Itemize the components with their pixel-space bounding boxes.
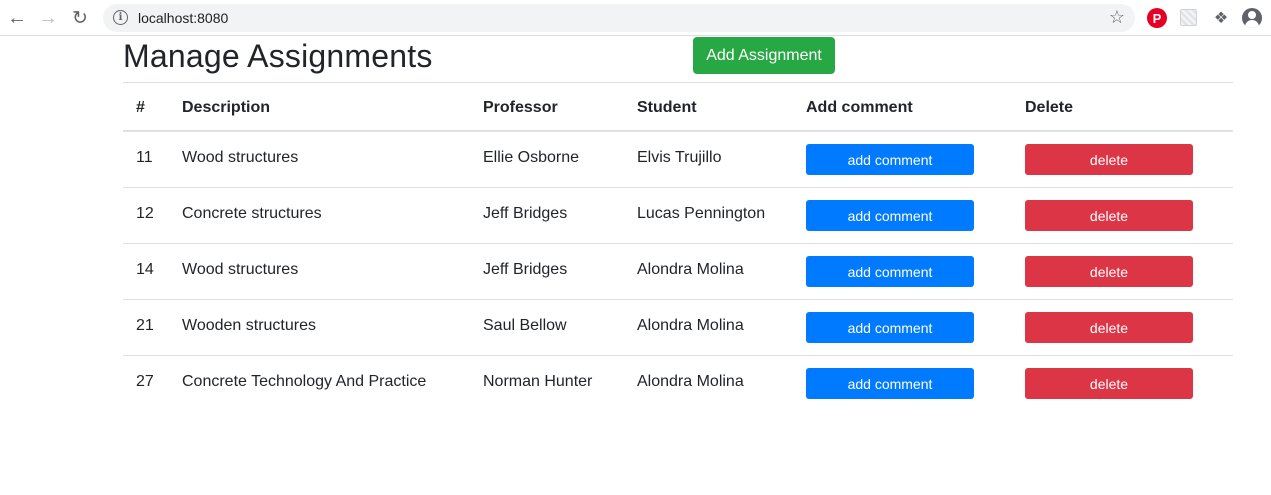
profile-avatar-icon[interactable]	[1242, 8, 1262, 28]
cell-student: Alondra Molina	[637, 317, 744, 334]
table-row: 12 Concrete structures Jeff Bridges Luca…	[123, 188, 1233, 244]
table-row: 21 Wooden structures Saul Bellow Alondra…	[123, 300, 1233, 356]
header-professor: Professor	[483, 99, 558, 116]
add-assignment-button[interactable]: Add Assignment	[693, 37, 835, 74]
delete-button[interactable]: delete	[1025, 312, 1193, 343]
reload-icon[interactable]: ↻	[68, 6, 92, 30]
table-row: 27 Concrete Technology And Practice Norm…	[123, 356, 1233, 412]
add-comment-button[interactable]: add comment	[806, 256, 974, 287]
cell-description: Concrete Technology And Practice	[182, 373, 427, 390]
site-info-icon[interactable]: i	[113, 10, 128, 25]
delete-button[interactable]: delete	[1025, 144, 1193, 175]
address-bar[interactable]: i localhost:8080 ☆	[103, 4, 1135, 32]
cell-id: 14	[136, 261, 154, 278]
cell-student: Alondra Molina	[637, 373, 744, 390]
cell-description: Wood structures	[182, 261, 299, 278]
add-comment-button[interactable]: add comment	[806, 312, 974, 343]
cell-professor: Norman Hunter	[483, 373, 593, 390]
delete-button[interactable]: delete	[1025, 368, 1193, 399]
table-header: # Description Professor Student Add comm…	[123, 82, 1233, 132]
cell-student: Alondra Molina	[637, 261, 744, 278]
add-comment-button[interactable]: add comment	[806, 200, 974, 231]
url-text[interactable]: localhost:8080	[138, 10, 228, 26]
forward-arrow-icon[interactable]: →	[36, 6, 60, 30]
cell-id: 11	[136, 149, 153, 166]
header-student: Student	[637, 99, 697, 116]
bookmark-star-icon[interactable]: ☆	[1109, 7, 1125, 28]
page-title: Manage Assignments	[123, 38, 433, 74]
table-row: 11 Wood structures Ellie Osborne Elvis T…	[123, 132, 1233, 188]
cell-student: Elvis Trujillo	[637, 149, 722, 166]
cell-id: 27	[136, 373, 154, 390]
header-add-comment: Add comment	[806, 99, 913, 116]
table-row: 14 Wood structures Jeff Bridges Alondra …	[123, 244, 1233, 300]
cell-description: Wood structures	[182, 149, 299, 166]
pinterest-extension-icon[interactable]: P	[1147, 8, 1167, 28]
cell-id: 21	[136, 317, 154, 334]
cell-description: Wooden structures	[182, 317, 316, 334]
cell-professor: Saul Bellow	[483, 317, 567, 334]
header-description: Description	[182, 99, 271, 116]
extensions-puzzle-icon[interactable]: ❖	[1211, 8, 1231, 28]
delete-button[interactable]: delete	[1025, 256, 1193, 287]
browser-toolbar: ← → ↻ i localhost:8080 ☆ P ❖	[0, 0, 1271, 36]
cell-professor: Jeff Bridges	[483, 205, 568, 222]
back-arrow-icon[interactable]: ←	[5, 6, 29, 30]
header-id: #	[136, 99, 145, 116]
cell-description: Concrete structures	[182, 205, 322, 222]
add-comment-button[interactable]: add comment	[806, 368, 974, 399]
assignments-table: # Description Professor Student Add comm…	[123, 82, 1233, 412]
cell-student: Lucas Pennington	[637, 205, 766, 222]
extension-icon[interactable]	[1180, 9, 1197, 26]
cell-professor: Jeff Bridges	[483, 261, 568, 278]
delete-button[interactable]: delete	[1025, 200, 1193, 231]
cell-id: 12	[136, 205, 154, 222]
add-comment-button[interactable]: add comment	[806, 144, 974, 175]
header-delete: Delete	[1025, 99, 1074, 116]
cell-professor: Ellie Osborne	[483, 149, 580, 166]
